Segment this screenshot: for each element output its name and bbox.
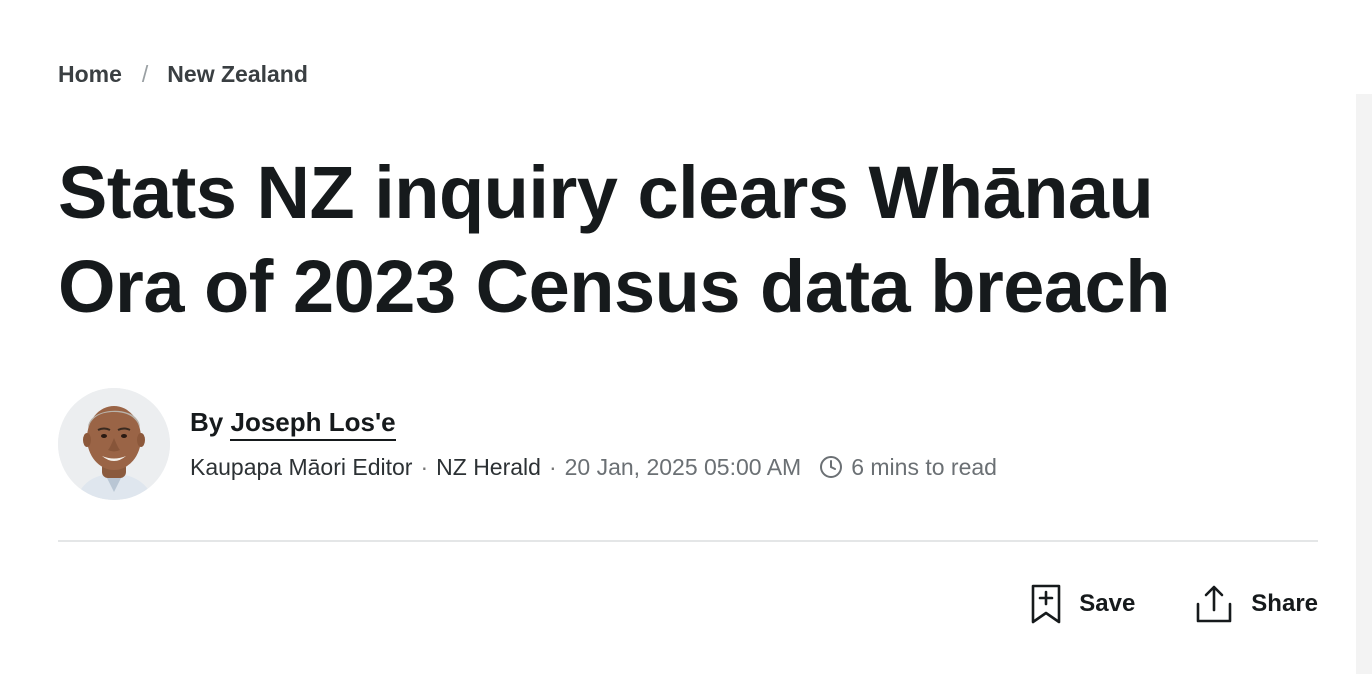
breadcrumb-new-zealand[interactable]: New Zealand [167, 61, 308, 88]
share-icon [1196, 585, 1232, 623]
clock-icon [820, 456, 843, 478]
read-time: 6 mins to read [819, 452, 997, 482]
read-time-label: 6 mins to read [851, 454, 997, 480]
bookmark-plus-icon [1031, 584, 1061, 624]
author-role: Kaupapa Māori Editor [190, 454, 413, 480]
meta-separator-dot: · [420, 454, 429, 480]
author-block: By Joseph Los'e Kaupapa Māori Editor · N… [58, 388, 997, 500]
article-meta: Kaupapa Māori Editor · NZ Herald · 20 Ja… [190, 452, 997, 482]
by-prefix: By [190, 407, 224, 437]
save-label: Save [1079, 590, 1136, 617]
share-button[interactable]: Share [1195, 584, 1318, 624]
save-button[interactable]: Save [1031, 584, 1135, 624]
breadcrumb-separator: / [141, 61, 149, 87]
author-photo [58, 388, 170, 500]
meta-separator-dot: · [548, 454, 557, 480]
scrollbar-track[interactable] [1356, 94, 1372, 674]
share-label: Share [1251, 590, 1318, 617]
author-avatar[interactable] [58, 388, 170, 500]
divider [58, 540, 1318, 542]
publication-name: NZ Herald [436, 454, 541, 480]
byline: By Joseph Los'e Kaupapa Māori Editor · N… [190, 388, 997, 482]
author-name-link[interactable]: Joseph Los'e [230, 407, 396, 441]
breadcrumb-home[interactable]: Home [58, 61, 122, 88]
article-headline: Stats NZ inquiry clears Whānau Ora of 20… [58, 151, 1170, 328]
article-actions: Save Share [1031, 584, 1318, 624]
publish-date: 20 Jan, 2025 05:00 AM [564, 454, 802, 480]
breadcrumb: Home / New Zealand [58, 61, 308, 88]
author-line: By Joseph Los'e [190, 406, 997, 441]
